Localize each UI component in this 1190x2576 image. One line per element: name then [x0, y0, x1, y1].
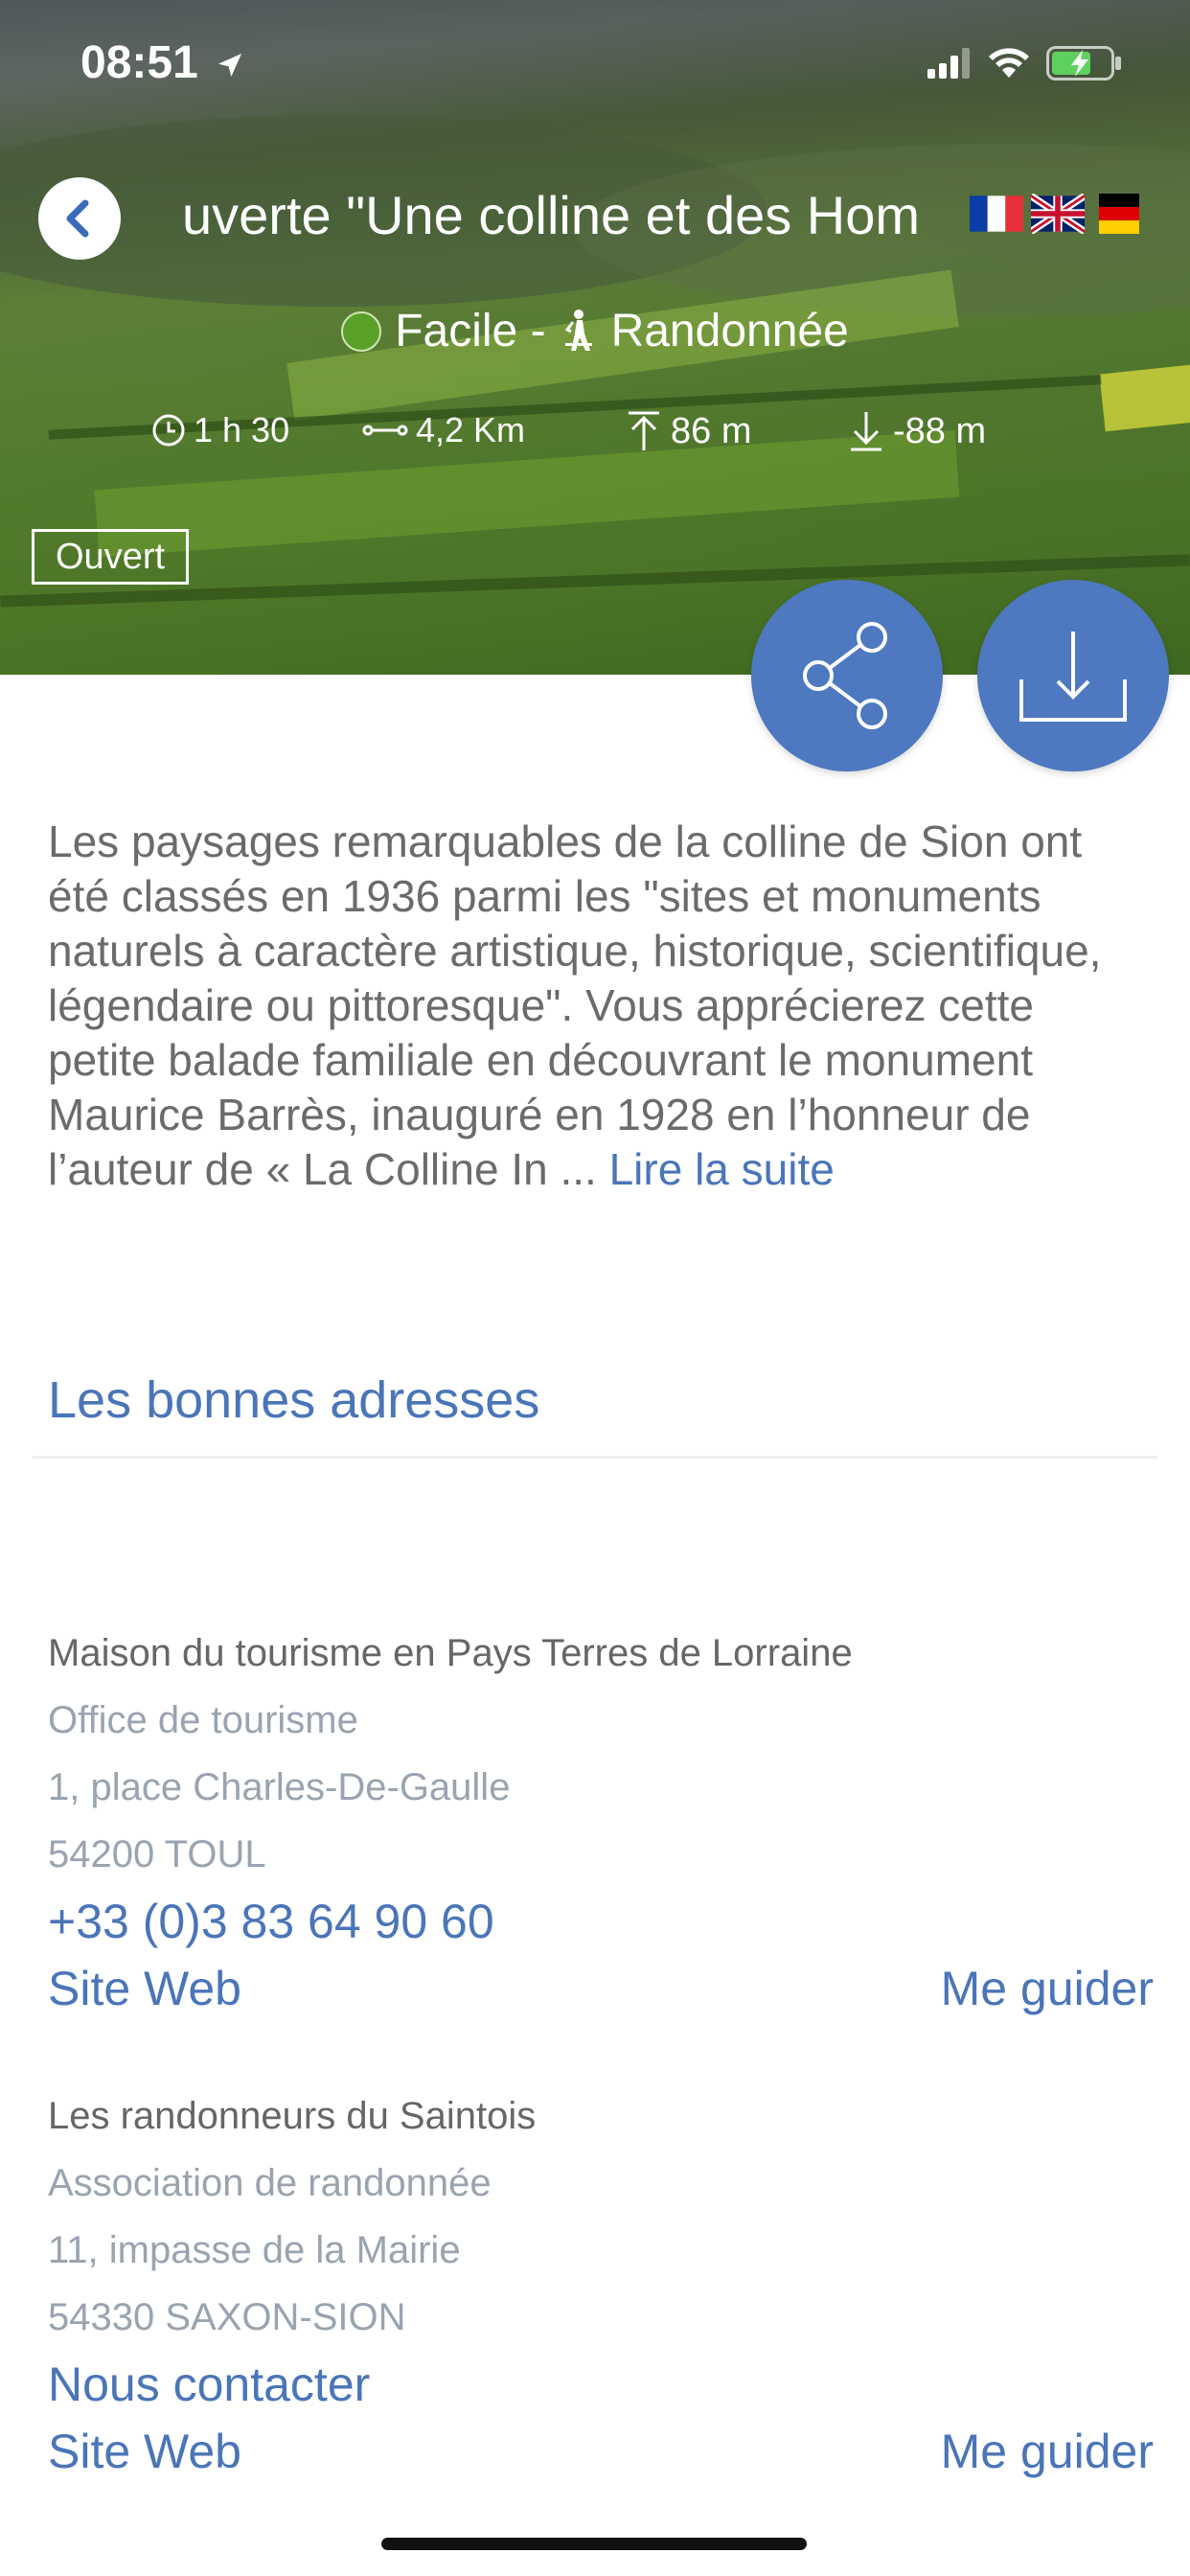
- address-actions: Site Web Me guider: [48, 2418, 1159, 2485]
- read-more-link[interactable]: Lire la suite: [609, 1144, 835, 1194]
- guide-me-link[interactable]: Me guider: [941, 1955, 1154, 2022]
- address-street: 11, impasse de la Mairie: [48, 2229, 461, 2271]
- page-title: uverte "Une colline et des Hom: [182, 185, 921, 245]
- distance-icon: [362, 425, 408, 436]
- status-icons: [926, 46, 1123, 80]
- arrow-up-icon: [629, 411, 659, 450]
- guide-me-link[interactable]: Me guider: [941, 2418, 1154, 2485]
- language-selector: [970, 194, 1146, 234]
- difficulty-row: Facile - Randonnée: [0, 305, 1190, 357]
- flag-uk-icon[interactable]: [1031, 194, 1085, 234]
- address-card: Les randonneurs du Saintois Association …: [48, 2082, 1159, 2485]
- difficulty-indicator-icon: [341, 310, 382, 352]
- address-type: Office de tourisme: [48, 1699, 358, 1741]
- download-icon: [1019, 632, 1127, 722]
- download-button[interactable]: [977, 580, 1169, 771]
- address-city: 54200 TOUL: [48, 1833, 266, 1875]
- address-actions: Site Web Me guider: [48, 1955, 1159, 2022]
- status-time: 08:51: [80, 36, 245, 89]
- address-city: 54330 SAXON-SION: [48, 2296, 406, 2338]
- trail-description: Les paysages remarquables de la colline …: [48, 815, 1150, 1197]
- descent-stat: -88 m: [847, 410, 986, 452]
- distance-stat: 4,2 Km: [362, 410, 525, 450]
- wifi-icon: [989, 48, 1029, 78]
- signal-icon: [927, 48, 970, 79]
- difficulty-label: Facile -: [395, 306, 546, 356]
- flag-fr-icon[interactable]: [970, 194, 1023, 234]
- status-bar: 08:51: [0, 0, 1190, 125]
- arrow-down-icon: [851, 412, 881, 451]
- section-divider: [33, 1456, 1157, 1459]
- battery-charging-icon: [1046, 46, 1121, 80]
- hiker-icon: [564, 309, 592, 351]
- website-link[interactable]: Site Web: [48, 2418, 241, 2485]
- duration-stat: 1 h 30: [151, 410, 289, 450]
- status-badge: Ouvert: [32, 529, 190, 585]
- ascent-stat: 86 m: [625, 410, 751, 452]
- back-button[interactable]: [38, 177, 121, 260]
- activity-label: Randonnée: [610, 306, 849, 356]
- address-name: Maison du tourisme en Pays Terres de Lor…: [48, 1632, 853, 1674]
- home-indicator[interactable]: [381, 2538, 807, 2550]
- share-icon: [803, 622, 887, 729]
- phone-link[interactable]: +33 (0)3 83 64 90 60: [48, 1888, 1159, 1955]
- address-card: Maison du tourisme en Pays Terres de Lor…: [48, 1620, 1159, 2022]
- address-type: Association de randonnée: [48, 2162, 492, 2204]
- description-text: Les paysages remarquables de la colline …: [48, 816, 1102, 1194]
- flag-de-icon[interactable]: [1092, 194, 1146, 234]
- share-button[interactable]: [751, 580, 943, 771]
- address-street: 1, place Charles-De-Gaulle: [48, 1766, 511, 1808]
- location-arrow-icon: [218, 54, 242, 78]
- chevron-left-icon: [66, 199, 89, 238]
- address-name: Les randonneurs du Saintois: [48, 2095, 537, 2137]
- website-link[interactable]: Site Web: [48, 1955, 241, 2022]
- clock-icon: [152, 414, 185, 447]
- hero-landscape-field: [1099, 354, 1190, 432]
- contact-link[interactable]: Nous contacter: [48, 2351, 1159, 2418]
- section-title-addresses: Les bonnes adresses: [48, 1371, 540, 1429]
